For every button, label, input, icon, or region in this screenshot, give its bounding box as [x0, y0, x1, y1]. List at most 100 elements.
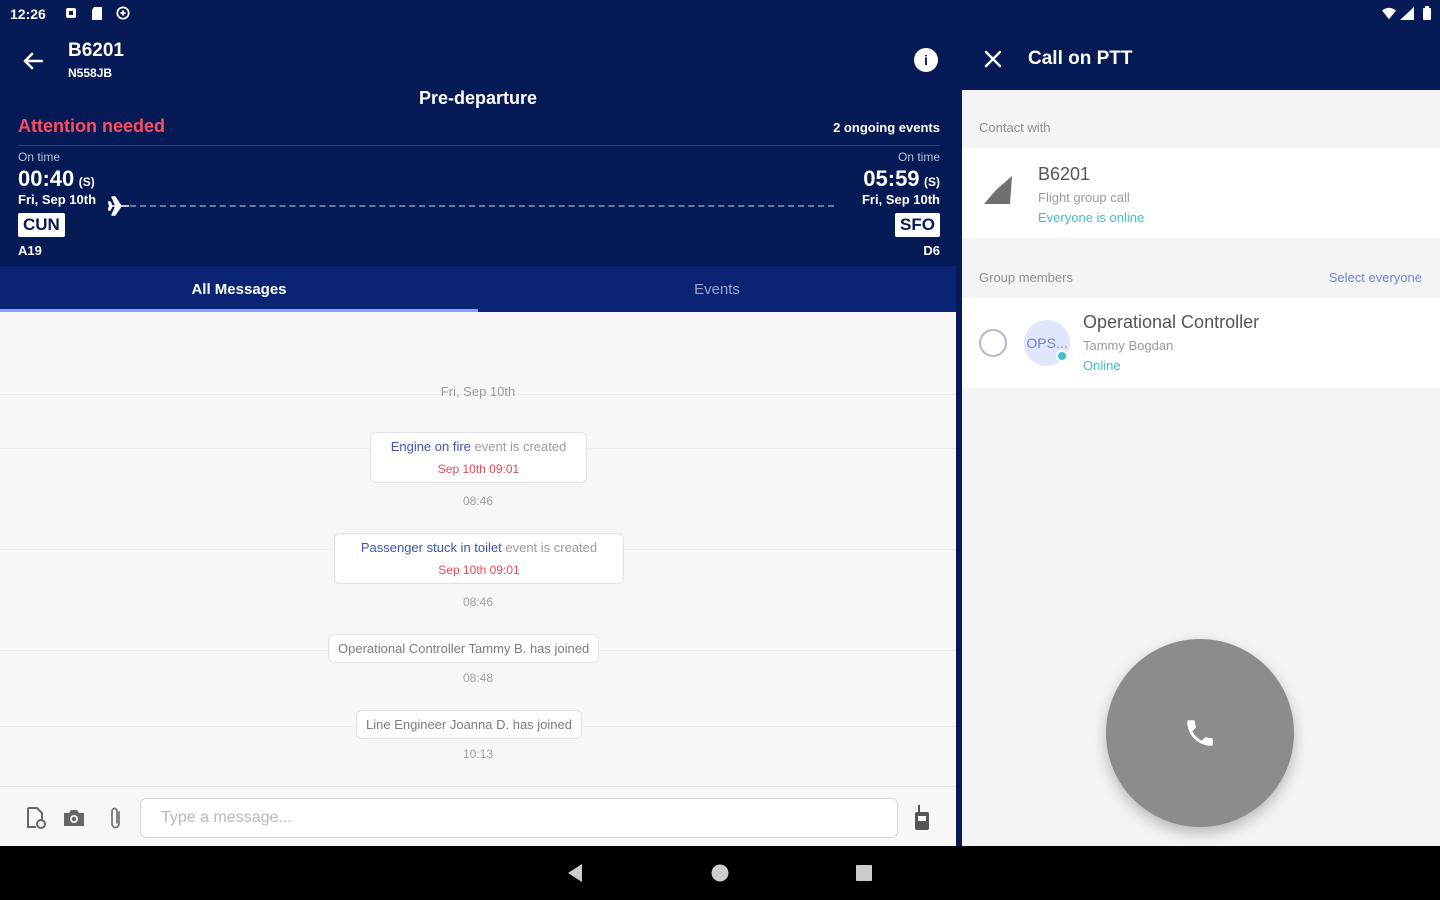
ptt-panel: Call on PTT Contact with B6201 Flight gr…: [962, 28, 1440, 846]
tab-events-label: Events: [694, 280, 740, 298]
tab-all-messages[interactable]: All Messages: [0, 266, 478, 312]
message-timestamp: 08:46: [462, 595, 494, 609]
system-message: Line Engineer Joanna D. has joined: [356, 710, 582, 739]
message-timestamp: 10:13: [462, 747, 494, 761]
departure-gate: A19: [18, 243, 42, 258]
contact-name: B6201: [1038, 164, 1091, 184]
ptt-title: Call on PTT: [1028, 48, 1133, 69]
message-timestamp: 08:48: [462, 671, 494, 685]
event-text: Engine on fire event is created: [381, 439, 576, 454]
tail-number: N558JB: [68, 66, 113, 80]
aircraft-tail-icon: [982, 174, 1018, 211]
avatar-initials: OPS...: [1026, 335, 1068, 351]
select-everyone-link[interactable]: Select everyone: [1329, 270, 1422, 285]
back-arrow-icon: [23, 52, 43, 70]
member-status: Online: [1083, 358, 1121, 373]
member-name: Tammy Bogdan: [1083, 338, 1174, 353]
circle-home-icon: [711, 864, 729, 882]
flight-number: B6201: [68, 40, 124, 61]
back-button[interactable]: [18, 46, 48, 76]
departure-date: Fri, Sep 10th: [18, 192, 97, 207]
walkie-talkie-icon: [915, 805, 929, 830]
arrival-date: Fri, Sep 10th: [861, 192, 940, 207]
system-nav-bar: [0, 846, 1440, 900]
arrival-airport-box: SFO: [895, 213, 940, 237]
arrival-status: On time: [897, 150, 940, 164]
event-time: Sep 10th 09:01: [438, 563, 520, 577]
document-icon: [27, 807, 46, 829]
sync-icon: [116, 6, 130, 20]
wifi-icon: [1382, 6, 1396, 20]
header-divider: [18, 145, 940, 146]
camera-icon: [64, 810, 84, 826]
contact-status: Everyone is online: [1038, 210, 1145, 225]
tab-all-messages-label: All Messages: [191, 280, 287, 298]
nav-home-button[interactable]: [709, 862, 731, 884]
event-suffix: event is created: [501, 540, 598, 555]
plane-icon: [107, 196, 130, 221]
event-suffix: event is created: [470, 439, 567, 454]
event-name: Passenger stuck in toilet: [360, 540, 502, 555]
document-button[interactable]: [24, 806, 48, 830]
event-text: Passenger stuck in toilet event is creat…: [345, 540, 613, 555]
camera-button[interactable]: [62, 806, 86, 830]
member-row[interactable]: OPS... Operational Controller Tammy Bogd…: [962, 298, 1440, 388]
route-line: [130, 205, 834, 207]
departure-airport-box: CUN: [18, 213, 65, 237]
paperclip-icon: [111, 807, 120, 829]
status-bar: 12:26: [0, 0, 1440, 28]
member-select-radio[interactable]: [979, 329, 1007, 357]
close-button[interactable]: [980, 46, 1006, 72]
triangle-back-icon: [568, 864, 582, 882]
info-icon: i: [924, 52, 928, 68]
ptt-button[interactable]: [910, 805, 934, 830]
contact-card[interactable]: B6201 Flight group call Everyone is onli…: [962, 148, 1440, 238]
message-tabs: All Messages Events: [0, 266, 956, 312]
departure-time: 00:40: [18, 166, 75, 191]
tab-events[interactable]: Events: [478, 266, 956, 312]
date-separator: Fri, Sep 10th: [440, 384, 516, 399]
message-timestamp: 08:46: [462, 494, 494, 508]
call-button[interactable]: [1106, 639, 1294, 827]
arrival-time: 05:59: [863, 166, 920, 191]
message-input[interactable]: [140, 798, 898, 838]
departure-status: On time: [18, 150, 61, 164]
sd-card-icon: [90, 6, 104, 20]
arrival-airport: SFO: [895, 213, 940, 237]
contact-with-label: Contact with: [979, 120, 1051, 135]
arrival-time-row: 05:59 (S): [863, 166, 940, 192]
attention-needed-label: Attention needed: [18, 116, 165, 136]
ptt-header: Call on PTT: [962, 28, 1440, 90]
contact-subtitle: Flight group call: [1038, 190, 1130, 205]
departure-airport: CUN: [18, 213, 65, 237]
close-icon: [984, 50, 1002, 68]
nav-back-button[interactable]: [564, 862, 586, 884]
system-message: Operational Controller Tammy B. has join…: [328, 634, 600, 663]
chat-pane: B6201 N558JB i Pre-departure Attention n…: [0, 28, 956, 846]
status-time: 12:26: [10, 6, 46, 22]
battery-icon: [1420, 6, 1434, 20]
attach-button[interactable]: [104, 806, 128, 830]
group-members-label: Group members: [979, 270, 1073, 285]
flight-header: B6201 N558JB i Pre-departure Attention n…: [0, 28, 956, 266]
notification-icon: [64, 6, 78, 20]
square-recents-icon: [856, 865, 872, 881]
info-button[interactable]: i: [914, 48, 938, 72]
event-message[interactable]: Engine on fire event is created Sep 10th…: [370, 432, 587, 483]
message-composer: [0, 786, 956, 846]
event-message[interactable]: Passenger stuck in toilet event is creat…: [334, 533, 624, 584]
event-time: Sep 10th 09:01: [437, 462, 520, 476]
event-name: Engine on fire: [390, 439, 471, 454]
ongoing-events-label: 2 ongoing events: [833, 120, 940, 135]
flight-phase: Pre-departure: [418, 88, 538, 108]
departure-time-row: 00:40 (S): [18, 166, 95, 192]
nav-recents-button[interactable]: [853, 862, 875, 884]
member-role: Operational Controller: [1083, 312, 1260, 332]
signal-icon: [1400, 6, 1414, 20]
online-indicator: [1056, 350, 1068, 362]
departure-tz: (S): [78, 175, 95, 189]
message-list[interactable]: Fri, Sep 10th Engine on fire event is cr…: [0, 312, 956, 786]
arrival-gate: D6: [923, 243, 940, 258]
arrival-tz: (S): [924, 175, 940, 189]
phone-icon: [1187, 720, 1213, 746]
